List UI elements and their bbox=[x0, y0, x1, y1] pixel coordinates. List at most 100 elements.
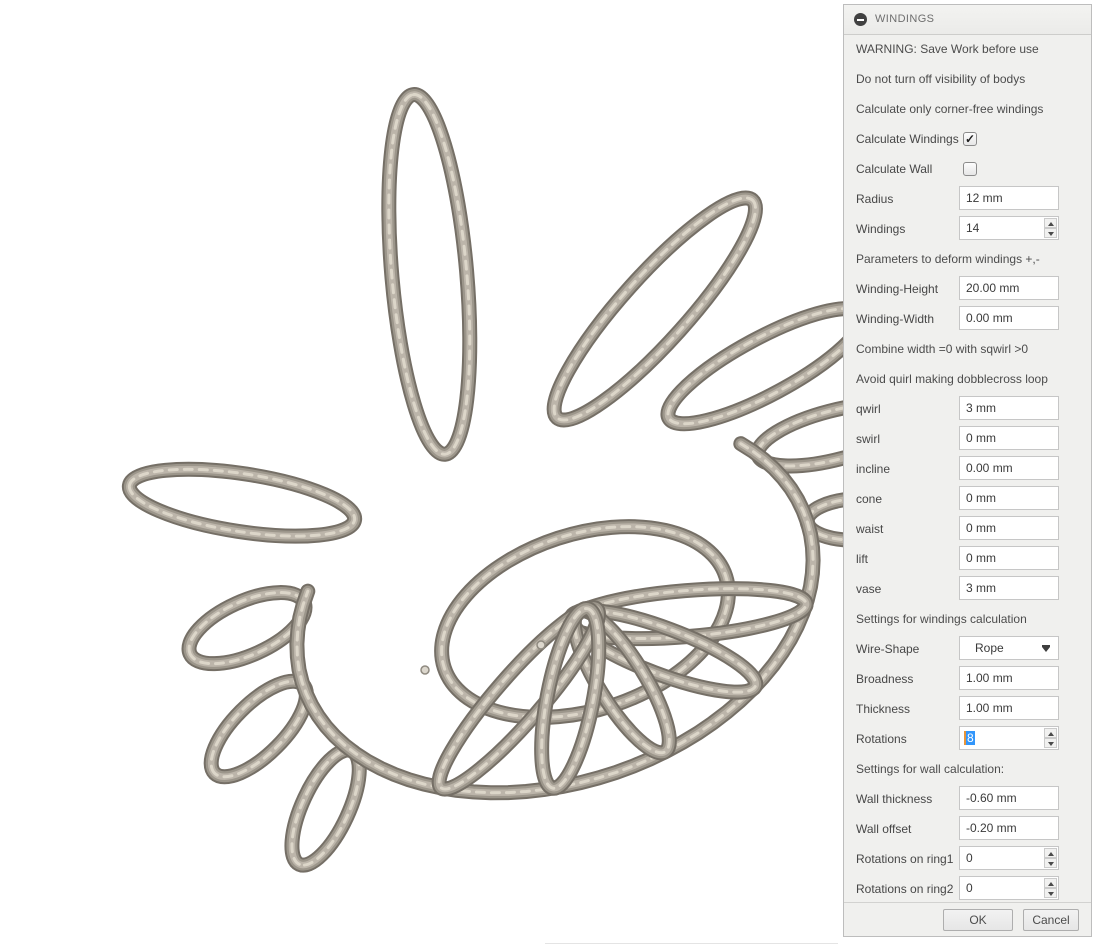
wire-shape-label: Wire-Shape bbox=[856, 642, 920, 656]
winding-height-label: Winding-Height bbox=[856, 282, 939, 296]
row-qwirl: qwirl 3 mm bbox=[844, 394, 1091, 424]
broadness-value: 1.00 mm bbox=[966, 671, 1013, 685]
rotations-spin-up-button[interactable] bbox=[1044, 728, 1057, 738]
incline-value: 0.00 mm bbox=[966, 461, 1013, 475]
dialog-header: WINDINGS bbox=[844, 5, 1091, 35]
rotations-on-ring2-spin-up-button[interactable] bbox=[1044, 878, 1057, 888]
row-lift: lift 0 mm bbox=[844, 544, 1091, 574]
thickness-input[interactable]: 1.00 mm bbox=[959, 696, 1059, 720]
calculate-wall-checkbox[interactable] bbox=[963, 162, 977, 176]
calculate-wall-label: Calculate Wall bbox=[856, 162, 933, 176]
rope-model bbox=[121, 87, 843, 873]
wall-thickness-input[interactable]: -0.60 mm bbox=[959, 786, 1059, 810]
rotations-on-ring1-value: 0 bbox=[966, 851, 973, 865]
rotations-on-ring2-spin-down-button[interactable] bbox=[1044, 888, 1057, 898]
vertex-marker[interactable] bbox=[536, 640, 546, 650]
broadness-label: Broadness bbox=[856, 672, 914, 686]
row-broadness: Broadness 1.00 mm bbox=[844, 664, 1091, 694]
combine-width-0-with-sqwirl-0-label: Combine width =0 with sqwirl >0 bbox=[856, 342, 1029, 356]
cancel-button[interactable]: Cancel bbox=[1023, 909, 1079, 931]
wall-offset-input[interactable]: -0.20 mm bbox=[959, 816, 1059, 840]
winding-width-label: Winding-Width bbox=[856, 312, 935, 326]
chevron-down-icon bbox=[1042, 645, 1050, 652]
windings-input[interactable]: 14 bbox=[959, 216, 1059, 240]
row-winding-width: Winding-Width 0.00 mm bbox=[844, 304, 1091, 334]
rotations-on-ring2-input[interactable]: 0 bbox=[959, 876, 1059, 900]
wire-shape-value: Rope bbox=[975, 641, 1004, 655]
row-rotations: Rotations 8 bbox=[844, 724, 1091, 754]
broadness-input[interactable]: 1.00 mm bbox=[959, 666, 1059, 690]
collapse-minus-icon[interactable] bbox=[854, 13, 867, 26]
vase-input[interactable]: 3 mm bbox=[959, 576, 1059, 600]
settings-for-wall-calculation-label: Settings for wall calculation: bbox=[856, 762, 1005, 776]
rotations-on-ring2-label: Rotations on ring2 bbox=[856, 882, 954, 896]
rotations-on-ring1-input[interactable]: 0 bbox=[959, 846, 1059, 870]
parameters-to-deform-windings-label: Parameters to deform windings +,- bbox=[856, 252, 1040, 266]
wire-shape-select[interactable]: Rope bbox=[959, 636, 1059, 660]
row-swirl: swirl 0 mm bbox=[844, 424, 1091, 454]
row-incline: incline 0.00 mm bbox=[844, 454, 1091, 484]
dialog-body: WARNING: Save Work before use Do not turn… bbox=[844, 34, 1091, 904]
thickness-label: Thickness bbox=[856, 702, 911, 716]
row-thickness: Thickness 1.00 mm bbox=[844, 694, 1091, 724]
note-avoid-quirl-making-dobblecross-loop: Avoid quirl making dobblecross loop bbox=[844, 364, 1091, 394]
ok-button[interactable]: OK bbox=[943, 909, 1013, 931]
incline-input[interactable]: 0.00 mm bbox=[959, 456, 1059, 480]
vase-value: 3 mm bbox=[966, 581, 996, 595]
row-calculate-wall: Calculate Wall bbox=[844, 154, 1091, 184]
waist-input[interactable]: 0 mm bbox=[959, 516, 1059, 540]
row-winding-height: Winding-Height 20.00 mm bbox=[844, 274, 1091, 304]
avoid-quirl-making-dobblecross-loop-label: Avoid quirl making dobblecross loop bbox=[856, 372, 1048, 386]
incline-label: incline bbox=[856, 462, 891, 476]
note-calculate-only-corner-free-windings: Calculate only corner-free windings bbox=[844, 94, 1091, 124]
row-windings: Windings 14 bbox=[844, 214, 1091, 244]
vertex-marker[interactable] bbox=[420, 665, 430, 675]
row-radius: Radius 12 mm bbox=[844, 184, 1091, 214]
windings-spin-down-button[interactable] bbox=[1044, 228, 1057, 238]
lift-input[interactable]: 0 mm bbox=[959, 546, 1059, 570]
3d-viewport[interactable] bbox=[0, 0, 843, 946]
note-do-not-turn-off-visibility-of-bodys: Do not turn off visibility of bodys bbox=[844, 64, 1091, 94]
winding-width-input[interactable]: 0.00 mm bbox=[959, 306, 1059, 330]
toolbar-edge-line bbox=[545, 943, 838, 944]
row-rotations-on-ring1: Rotations on ring1 0 bbox=[844, 844, 1091, 874]
winding-height-input[interactable]: 20.00 mm bbox=[959, 276, 1059, 300]
dialog-title: WINDINGS bbox=[875, 13, 935, 25]
calculate-windings-label: Calculate Windings bbox=[856, 132, 959, 146]
waist-value: 0 mm bbox=[966, 521, 996, 535]
swirl-input[interactable]: 0 mm bbox=[959, 426, 1059, 450]
rotations-on-ring2-value: 0 bbox=[966, 881, 973, 895]
rotations-input[interactable]: 8 bbox=[959, 726, 1059, 750]
cone-value: 0 mm bbox=[966, 491, 996, 505]
swirl-value: 0 mm bbox=[966, 431, 996, 445]
rotations-on-ring1-label: Rotations on ring1 bbox=[856, 852, 954, 866]
lift-label: lift bbox=[856, 552, 868, 566]
waist-label: waist bbox=[856, 522, 884, 536]
settings-for-windings-calculation-label: Settings for windings calculation bbox=[856, 612, 1027, 626]
row-wire-shape: Wire-Shape Rope bbox=[844, 634, 1091, 664]
cone-input[interactable]: 0 mm bbox=[959, 486, 1059, 510]
note-parameters-to-deform-windings: Parameters to deform windings +,- bbox=[844, 244, 1091, 274]
radius-input[interactable]: 12 mm bbox=[959, 186, 1059, 210]
note-combine-width-0-with-sqwirl-0: Combine width =0 with sqwirl >0 bbox=[844, 334, 1091, 364]
windings-value: 14 bbox=[966, 221, 980, 235]
windings-label: Windings bbox=[856, 222, 906, 236]
winding-width-value: 0.00 mm bbox=[966, 311, 1013, 325]
row-cone: cone 0 mm bbox=[844, 484, 1091, 514]
note-warning-save-work-before-use: WARNING: Save Work before use bbox=[844, 34, 1091, 64]
row-rotations-on-ring2: Rotations on ring2 0 bbox=[844, 874, 1091, 904]
wall-offset-value: -0.20 mm bbox=[966, 821, 1017, 835]
rotations-on-ring1-spin-down-button[interactable] bbox=[1044, 858, 1057, 868]
dialog-footer: OK Cancel bbox=[844, 902, 1091, 936]
row-vase: vase 3 mm bbox=[844, 574, 1091, 604]
app-window: WINDINGS WARNING: Save Work before use Do… bbox=[0, 0, 1117, 946]
rotations-spin-down-button[interactable] bbox=[1044, 738, 1057, 748]
qwirl-label: qwirl bbox=[856, 402, 881, 416]
qwirl-input[interactable]: 3 mm bbox=[959, 396, 1059, 420]
vase-label: vase bbox=[856, 582, 882, 596]
warning-save-work-before-use-label: WARNING: Save Work before use bbox=[856, 42, 1039, 56]
calculate-windings-checkbox[interactable]: ✓ bbox=[963, 132, 977, 146]
rotations-on-ring1-spin-up-button[interactable] bbox=[1044, 848, 1057, 858]
windings-spin-up-button[interactable] bbox=[1044, 218, 1057, 228]
radius-label: Radius bbox=[856, 192, 894, 206]
